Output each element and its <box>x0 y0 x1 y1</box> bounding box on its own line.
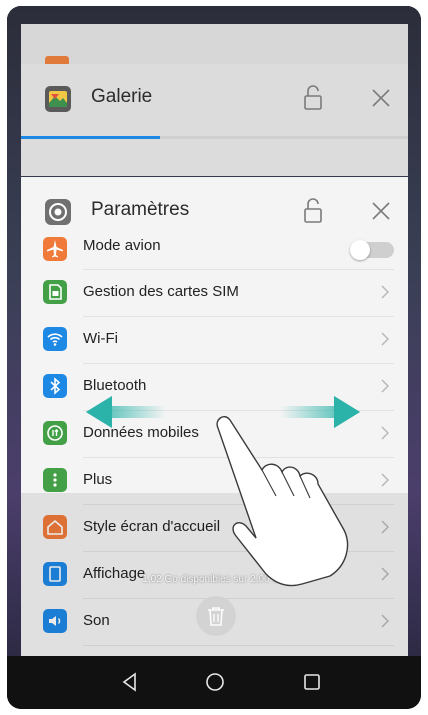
more-icon <box>43 468 67 492</box>
unlock-icon[interactable] <box>303 84 323 112</box>
recents-icon[interactable] <box>300 670 324 694</box>
app-title: Galerie <box>91 86 153 107</box>
phone-screen: Galerie Paramètres Mode avion Gestion de… <box>7 6 421 709</box>
trash-icon <box>208 607 224 626</box>
row-divider <box>83 645 394 646</box>
chevron-right-icon <box>380 425 390 441</box>
recent-app-card-partial[interactable] <box>21 24 408 64</box>
settings-app-icon <box>45 199 71 225</box>
app-title: Paramètres <box>91 199 190 220</box>
navigation-bar <box>7 656 421 709</box>
airplane-mode-toggle[interactable] <box>350 240 394 260</box>
settings-row-label: Wi-Fi <box>83 330 118 347</box>
unlock-icon[interactable] <box>303 197 323 225</box>
home-icon[interactable] <box>203 670 227 694</box>
chevron-right-icon <box>380 284 390 300</box>
settings-row[interactable]: Mode avion <box>21 237 408 270</box>
settings-row[interactable]: Gestion des cartes SIM <box>21 270 408 317</box>
chevron-right-icon <box>380 331 390 347</box>
card-header: Galerie <box>21 64 408 130</box>
settings-row-label: Données mobiles <box>83 424 199 441</box>
mobile-data-icon <box>43 421 67 445</box>
settings-row[interactable]: Données mobiles <box>21 411 408 458</box>
wifi-icon <box>43 327 67 351</box>
close-icon[interactable] <box>369 86 393 110</box>
sim-card-icon <box>43 280 67 304</box>
settings-row[interactable]: Plus <box>21 458 408 505</box>
bluetooth-icon <box>43 374 67 398</box>
recent-app-card-galerie[interactable]: Galerie <box>21 64 408 176</box>
app-icon <box>45 56 69 64</box>
home-style-icon <box>43 515 67 539</box>
toggle-knob <box>350 240 370 260</box>
chevron-right-icon <box>380 378 390 394</box>
settings-row-label: Style écran d'accueil <box>83 518 221 535</box>
chevron-right-icon <box>380 519 390 535</box>
settings-row[interactable]: Wi-Fi <box>21 317 408 364</box>
close-icon[interactable] <box>369 199 393 223</box>
settings-row[interactable]: Style écran d'accueil <box>21 505 408 552</box>
card-header: Paramètres <box>21 177 408 243</box>
chevron-right-icon <box>380 613 390 629</box>
gallery-progress-fill <box>21 136 161 139</box>
settings-row-label: Son <box>83 612 110 629</box>
settings-row-label: Gestion des cartes SIM <box>83 283 239 300</box>
settings-row[interactable]: Bluetooth <box>21 364 408 411</box>
gallery-app-icon <box>45 86 71 112</box>
memory-status: 1,02 Go disponibles sur 2,00 Go <box>142 574 286 585</box>
settings-row-label: Mode avion <box>83 237 161 254</box>
clear-all-button[interactable] <box>196 596 236 636</box>
recent-app-card-parametres[interactable]: Paramètres Mode avion Gestion des cartes … <box>21 177 408 657</box>
settings-row-label: Plus <box>83 471 113 488</box>
chevron-right-icon <box>380 472 390 488</box>
gallery-progress-bar <box>21 136 408 139</box>
back-icon[interactable] <box>118 670 142 694</box>
airplane-icon <box>43 237 67 261</box>
settings-row-label: Bluetooth <box>83 377 147 394</box>
sound-icon <box>43 609 67 633</box>
